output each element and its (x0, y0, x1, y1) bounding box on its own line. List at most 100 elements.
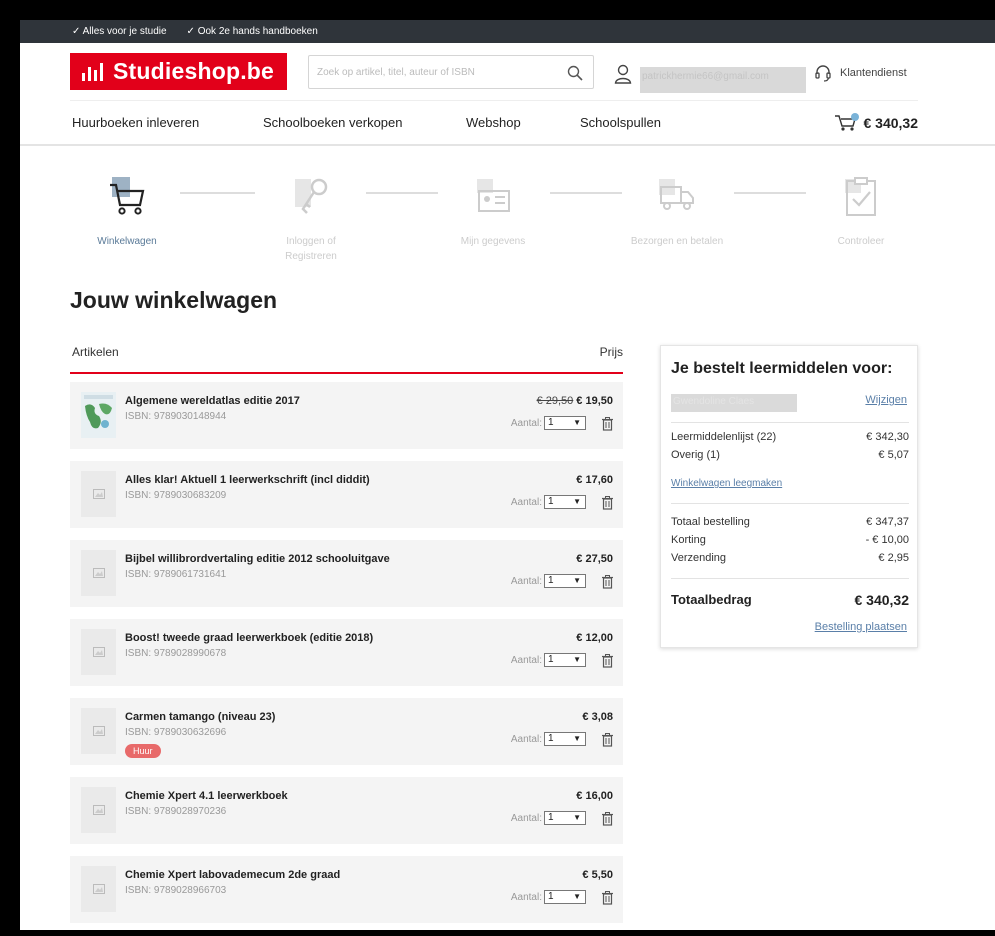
product-price: € 29,50 € 19,50 (537, 395, 613, 407)
nav-item-schoolspullen[interactable]: Schoolspullen (580, 115, 661, 130)
image-placeholder-icon (92, 805, 105, 815)
product-title[interactable]: Chemie Xpert labovademecum 2de graad (125, 869, 340, 881)
nav-item-huurboeken[interactable]: Huurboeken inleveren (72, 115, 199, 130)
step-cart[interactable]: Winkelwagen (62, 175, 192, 249)
product-title[interactable]: Algemene wereldatlas editie 2017 (125, 395, 300, 407)
summary-row: Leermiddelenlijst (22) € 342,30 (671, 431, 909, 443)
step-connector (180, 192, 255, 194)
clear-cart-link[interactable]: Winkelwagen leegmaken (671, 478, 782, 489)
summary-row: Overig (1) € 5,07 (671, 449, 909, 461)
product-image[interactable] (81, 866, 116, 912)
user-icon[interactable] (614, 64, 632, 84)
quantity-control: Aantal: 1 (511, 495, 586, 509)
image-placeholder-icon (92, 568, 105, 578)
product-isbn: ISBN: 9789028990678 (125, 648, 227, 659)
product-price: € 17,60 (576, 474, 613, 486)
product-image[interactable] (81, 471, 116, 517)
column-header-articles: Artikelen (72, 345, 119, 359)
key-icon (295, 178, 328, 214)
product-image[interactable] (81, 392, 116, 438)
quantity-select[interactable]: 1 (544, 495, 586, 509)
row-value: € 342,30 (866, 431, 909, 443)
product-isbn: ISBN: 9789030148944 (125, 411, 227, 422)
student-name: Gwendoline Claes (671, 394, 797, 412)
grand-total-value: € 340,32 (854, 592, 910, 608)
trash-icon[interactable] (602, 891, 613, 905)
customer-service-link[interactable]: Klantendienst (814, 64, 907, 82)
search-input[interactable] (309, 56, 549, 88)
step-label: Bezorgen en betalen (630, 236, 724, 247)
quantity-control: Aantal: 1 (511, 574, 586, 588)
cart-total: € 340,32 (863, 115, 919, 131)
quantity-select[interactable]: 1 (544, 811, 586, 825)
id-card-icon (477, 179, 510, 212)
product-title[interactable]: Chemie Xpert 4.1 leerwerkboek (125, 790, 288, 802)
trash-icon[interactable] (602, 733, 613, 747)
account-email[interactable]: patrickhermie66@gmail.com (640, 67, 806, 93)
product-title[interactable]: Alles klar! Aktuell 1 leerwerkschrift (i… (125, 474, 370, 486)
image-placeholder-icon (92, 489, 105, 499)
product-price: € 5,50 (582, 869, 613, 881)
cart-item: Algemene wereldatlas editie 2017 ISBN: 9… (70, 382, 623, 449)
logo-text: Studieshop.be (113, 58, 275, 84)
header-divider (20, 144, 995, 146)
trash-icon[interactable] (602, 496, 613, 510)
product-title[interactable]: Boost! tweede graad leerwerkboek (editie… (125, 632, 373, 644)
nav-item-schoolboeken-verkopen[interactable]: Schoolboeken verkopen (263, 115, 403, 130)
step-login: Inloggen of Registreren (246, 175, 376, 264)
grand-total-label: Totaalbedrag (671, 592, 752, 607)
trash-icon[interactable] (602, 417, 613, 431)
quantity-select[interactable]: 1 (544, 653, 586, 667)
site-logo[interactable]: Studieshop.be (70, 53, 287, 90)
cart-item: Chemie Xpert 4.1 leerwerkboek ISBN: 9789… (70, 777, 623, 844)
quantity-select[interactable]: 1 (544, 416, 586, 430)
product-isbn: ISBN: 9789030632696 (125, 727, 227, 738)
row-label: Totaal bestelling (671, 516, 750, 528)
product-title[interactable]: Bijbel willibrordvertaling editie 2012 s… (125, 553, 390, 565)
trash-icon[interactable] (602, 575, 613, 589)
product-isbn: ISBN: 9789030683209 (125, 490, 227, 501)
product-isbn: ISBN: 9789028970236 (125, 806, 227, 817)
product-image[interactable] (81, 550, 116, 596)
divider (671, 503, 909, 504)
quantity-select[interactable]: 1 (544, 574, 586, 588)
cart-item: Alles klar! Aktuell 1 leerwerkschrift (i… (70, 461, 623, 528)
search-icon[interactable] (567, 65, 583, 81)
search-box (308, 55, 594, 89)
product-title[interactable]: Carmen tamango (niveau 23) (125, 711, 275, 723)
change-student-link[interactable]: Wijzigen (865, 394, 907, 406)
quantity-control: Aantal: 1 (511, 890, 586, 904)
row-label: Korting (671, 534, 706, 546)
logo-bars-icon (82, 62, 103, 81)
column-header-price: Prijs (599, 345, 623, 359)
grand-total: Totaalbedrag € 340,32 (671, 592, 910, 608)
product-image[interactable] (81, 629, 116, 675)
divider (671, 578, 909, 579)
cart-item: Boost! tweede graad leerwerkboek (editie… (70, 619, 623, 686)
usp-item: ✓ Ook 2e hands handboeken (186, 26, 318, 37)
product-image[interactable] (81, 708, 116, 754)
cart-button[interactable]: € 340,32 (834, 113, 919, 133)
nav-item-webshop[interactable]: Webshop (466, 115, 521, 130)
divider (671, 422, 909, 423)
product-price: € 27,50 (576, 553, 613, 565)
place-order-link[interactable]: Bestelling plaatsen (815, 621, 907, 633)
trash-icon[interactable] (602, 654, 613, 668)
quantity-label: Aantal: (510, 575, 542, 587)
row-value: € 5,07 (878, 449, 909, 461)
quantity-select[interactable]: 1 (544, 732, 586, 746)
row-value: € 347,37 (866, 516, 909, 528)
quantity-select[interactable]: 1 (544, 890, 586, 904)
old-price: € 29,50 (536, 395, 574, 407)
quantity-control: Aantal: 1 (511, 811, 586, 825)
quantity-label: Aantal: (510, 891, 542, 903)
image-placeholder-icon (92, 726, 105, 736)
product-price: € 16,00 (576, 790, 613, 802)
row-label: Overig (1) (671, 449, 720, 461)
usp-bar: ✓ Alles voor je studie ✓ Ook 2e hands ha… (20, 20, 995, 43)
truck-icon (659, 179, 694, 210)
product-isbn: ISBN: 9789061731641 (125, 569, 227, 580)
rental-badge: Huur (125, 744, 161, 758)
product-image[interactable] (81, 787, 116, 833)
trash-icon[interactable] (602, 812, 613, 826)
